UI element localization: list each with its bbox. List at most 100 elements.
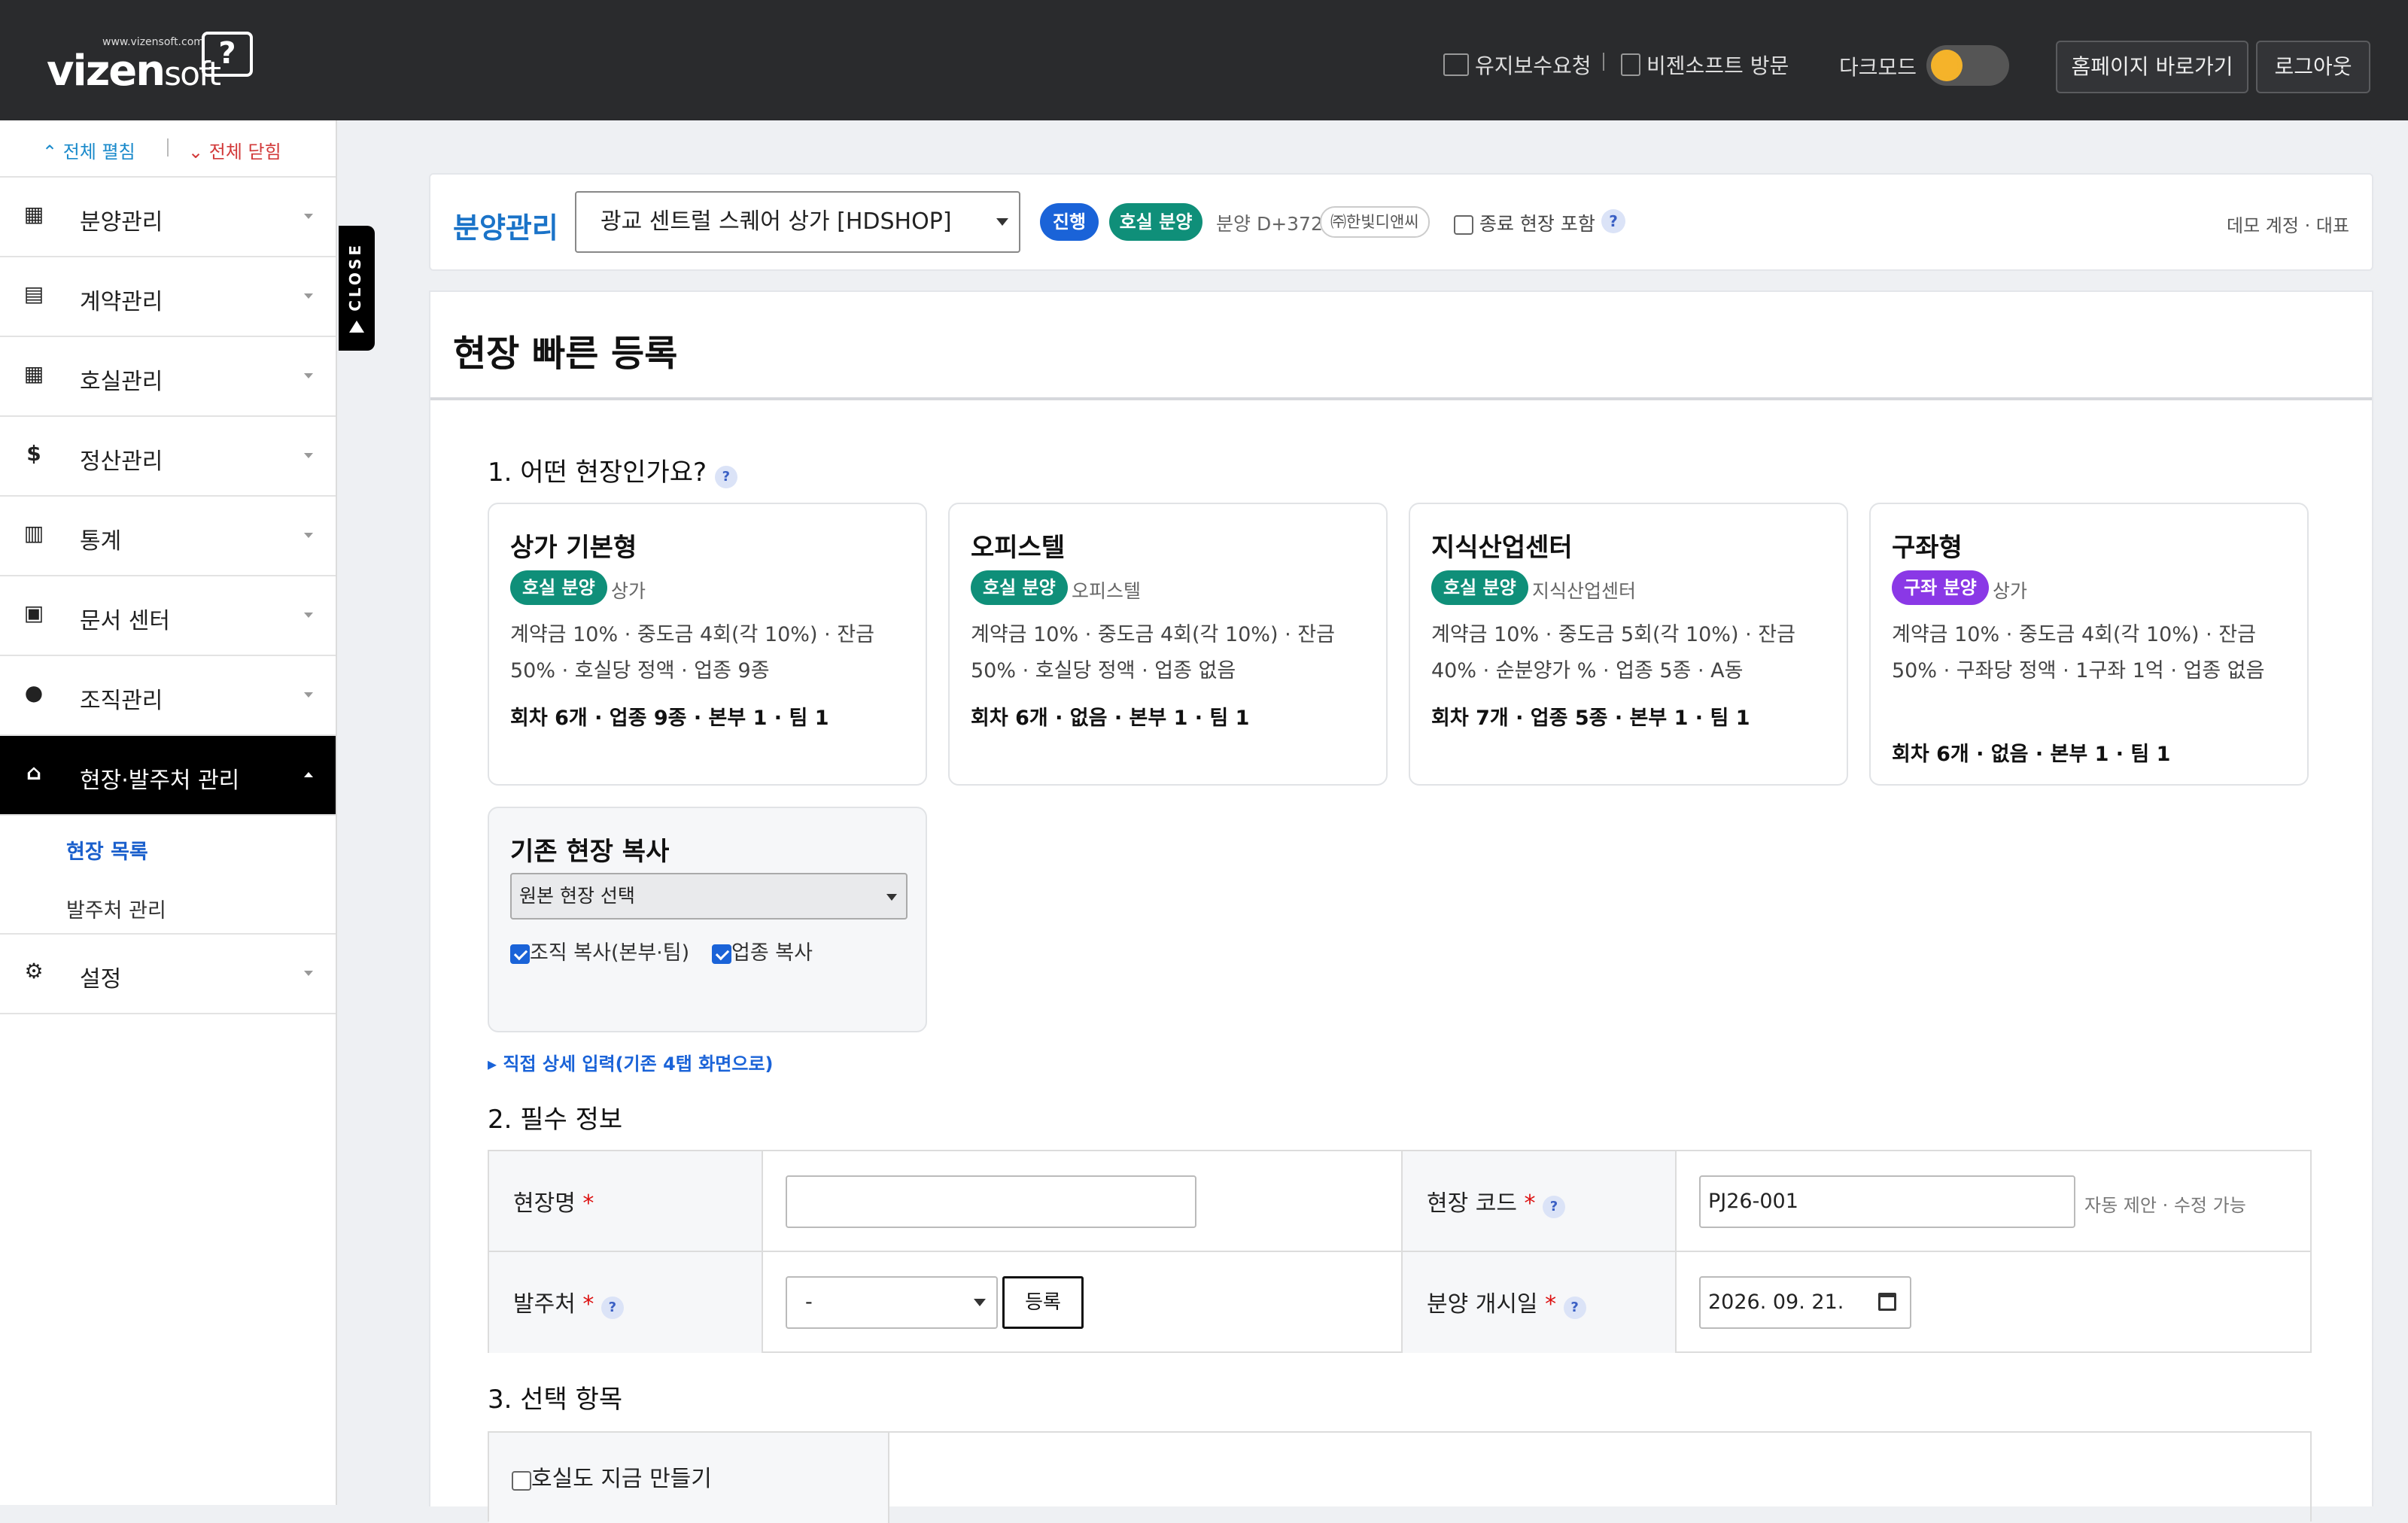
open-date-input[interactable]: 2026. 09. 21. <box>1699 1276 1911 1329</box>
template-desc: 계약금 10% · 중도금 5회(각 10%) · 잔금 40% · 순분양가 … <box>1431 623 1795 682</box>
status-badge-progress: 진행 <box>1040 203 1099 241</box>
sidebar-item-statistics[interactable]: ▥ 통계 <box>0 497 336 576</box>
detail-input-link[interactable]: ▸ 직접 상세 입력(기존 4탭 화면으로) <box>488 1049 774 1075</box>
pdf-icon: ▣ <box>23 600 44 625</box>
dark-mode-label: 다크모드 <box>1839 55 1917 80</box>
sidebar-item-organization[interactable]: ● 조직관리 <box>0 656 336 736</box>
copy-biz-checkbox[interactable]: 업종 복사 <box>712 936 813 965</box>
chevron-down-icon <box>304 293 313 299</box>
collapse-all-button[interactable]: ⌄ 전체 닫힘 <box>188 137 281 163</box>
chevron-down-icon <box>304 533 313 538</box>
sidebar-item-label: 호실관리 <box>80 369 163 395</box>
chevron-down-icon <box>304 214 313 219</box>
register-client-button[interactable]: 등록 <box>1002 1276 1084 1329</box>
site-name-input[interactable] <box>786 1175 1196 1228</box>
template-badge: 호실 분양 <box>971 570 1068 605</box>
site-code-input[interactable]: PJ26-001 <box>1699 1175 2075 1228</box>
sidebar-item-settings[interactable]: ⚙ 설정 <box>0 935 336 1014</box>
status-badge-type: 호실 분양 <box>1109 203 1202 241</box>
sidebar-item-contract[interactable]: ▤ 계약관리 <box>0 257 336 337</box>
sun-icon <box>1931 50 1963 81</box>
site-name-cell <box>763 1151 1403 1252</box>
sidebar-item-label: 정산관리 <box>80 448 163 475</box>
maintenance-link[interactable]: 유지보수요청 <box>1443 50 1592 80</box>
site-client-submenu: 현장 목록 발주처 관리 <box>0 816 336 935</box>
monitor-icon <box>1443 53 1469 76</box>
sidebar-item-label: 계약관리 <box>80 289 163 315</box>
template-badge: 호실 분양 <box>1431 570 1528 605</box>
help-icon[interactable]: ? <box>1563 1297 1586 1319</box>
sidebar-item-settlement[interactable]: $ 정산관리 <box>0 417 336 497</box>
include-closed-checkbox[interactable]: 종료 현장 포함 <box>1454 209 1595 236</box>
sidebar-item-site-client[interactable]: ⌂ 현장·발주처 관리 <box>0 736 336 816</box>
help-icon[interactable]: ? <box>1543 1196 1566 1218</box>
section-3-title: 3. 선택 항목 <box>488 1385 623 1415</box>
site-select[interactable]: 광교 센트럴 스퀘어 상가 [HDSHOP] <box>575 191 1020 253</box>
client-select[interactable]: - <box>786 1276 998 1329</box>
visit-link[interactable]: 비젠소프트 방문 <box>1621 50 1789 80</box>
expand-controls: ⌃ 전체 펼침 ⌄ 전체 닫힘 <box>0 120 336 178</box>
homepage-button[interactable]: 홈페이지 바로가기 <box>2056 41 2248 93</box>
dday-text: 분양 D+372 <box>1216 213 1323 235</box>
dark-mode-toggle[interactable] <box>1926 45 2009 86</box>
submenu-site-list[interactable]: 현장 목록 <box>66 835 148 865</box>
chevron-down-icon <box>304 373 313 378</box>
template-card-shop[interactable]: 상가 기본형 호실 분양 상가 계약금 10% · 중도금 4회(각 10%) … <box>488 503 927 786</box>
sidebar-item-sales[interactable]: ▦ 분양관리 <box>0 178 336 257</box>
people-icon: ● <box>24 680 44 705</box>
page-section-title: 분양관리 <box>453 211 558 245</box>
sidebar: ⌃ 전체 펼침 ⌄ 전체 닫힘 ▦ 분양관리 ▤ 계약관리 ▦ 호실관리 $ 정산관리 … <box>0 120 337 1505</box>
template-card-slot[interactable]: 구좌형 구좌 분양 상가 계약금 10% · 중도금 4회(각 10%) · 잔… <box>1869 503 2309 786</box>
site-header-card: 분양관리 광교 센트럴 스퀘어 상가 [HDSHOP] 진행 호실 분양 분양 … <box>429 173 2373 271</box>
help-icon[interactable]: ? <box>714 466 737 488</box>
divider <box>1603 53 1604 71</box>
logout-button[interactable]: 로그아웃 <box>2256 41 2370 93</box>
template-name: 지식산업센터 <box>1431 533 1573 563</box>
sidebar-close-tab[interactable]: CLOSE <box>339 226 375 351</box>
label-create-rooms: 호실도 지금 만들기 <box>489 1433 889 1523</box>
grid-icon: ▦ <box>23 361 44 386</box>
site-code-cell: PJ26-001 자동 제안 · 수정 가능 <box>1677 1151 2310 1252</box>
open-date-cell: 2026. 09. 21. <box>1677 1252 2310 1353</box>
bank-icon: ⌂ <box>26 760 42 785</box>
chevron-down-icon <box>304 453 313 458</box>
template-badge: 호실 분양 <box>510 570 607 605</box>
source-site-select[interactable]: 원본 현장 선택 <box>510 873 908 920</box>
template-card-knowledge-center[interactable]: 지식산업센터 호실 분양 지식산업센터 계약금 10% · 중도금 5회(각 1… <box>1409 503 1848 786</box>
copy-org-checkbox[interactable]: 조직 복사(본부·팀) <box>510 936 689 965</box>
sidebar-item-label: 통계 <box>80 528 122 555</box>
calendar-icon[interactable] <box>1878 1293 1896 1311</box>
sidebar-item-label: 문서 센터 <box>80 608 170 634</box>
section-2-title: 2. 필수 정보 <box>488 1105 623 1135</box>
checkbox[interactable] <box>510 944 530 964</box>
sidebar-item-rooms[interactable]: ▦ 호실관리 <box>0 337 336 417</box>
label-site-code: 현장 코드 * ? <box>1403 1151 1677 1252</box>
sidebar-item-documents[interactable]: ▣ 문서 센터 <box>0 576 336 656</box>
label-open-date: 분양 개시일 * ? <box>1403 1252 1677 1353</box>
copy-existing-card: 기존 현장 복사 원본 현장 선택 조직 복사(본부·팀) 업종 복사 <box>488 807 927 1032</box>
checkbox[interactable] <box>712 944 731 964</box>
help-icon[interactable]: ? <box>600 1297 624 1319</box>
site-code-hint: 자동 제안 · 수정 가능 <box>2084 1195 2246 1216</box>
expand-all-button[interactable]: ⌃ 전체 펼침 <box>42 137 135 163</box>
account-info: 데모 계정 · 대표 <box>2227 215 2349 236</box>
submenu-client-manage[interactable]: 발주처 관리 <box>66 894 166 923</box>
help-icon[interactable]: ? <box>1601 209 1625 233</box>
template-card-officetel[interactable]: 오피스텔 호실 분양 오피스텔 계약금 10% · 중도금 4회(각 10%) … <box>948 503 1388 786</box>
vizensoft-logo[interactable]: www.vizensoft.com vizensoft ? <box>47 30 257 96</box>
template-foot: 회차 6개 · 업종 9종 · 본부 1 · 팀 1 <box>510 707 829 730</box>
quick-register-card: 현장 빠른 등록 1. 어떤 현장인가요? ? 상가 기본형 호실 분양 상가 … <box>429 290 2373 1523</box>
checkbox[interactable] <box>512 1471 531 1491</box>
bar-chart-icon: ▥ <box>23 521 44 546</box>
chevron-up-icon <box>304 772 313 777</box>
create-rooms-checkbox[interactable]: 호실도 지금 만들기 <box>512 1460 712 1493</box>
copy-card-title: 기존 현장 복사 <box>510 837 670 867</box>
top-bar: www.vizensoft.com vizensoft ? 유지보수요청 비젠소… <box>0 0 2408 120</box>
chevron-down-icon <box>304 613 313 618</box>
template-foot: 회차 6개 · 없음 · 본부 1 · 팀 1 <box>971 707 1250 730</box>
required-info-table: 현장명 * 현장 코드 * ? PJ26-001 자동 제안 · 수정 가능 발… <box>488 1150 2312 1353</box>
checkbox[interactable] <box>1454 215 1473 235</box>
template-desc: 계약금 10% · 중도금 4회(각 10%) · 잔금 50% · 구좌당 정… <box>1892 623 2265 682</box>
chevron-down-icon <box>886 894 897 901</box>
chevron-down-icon <box>996 218 1008 226</box>
